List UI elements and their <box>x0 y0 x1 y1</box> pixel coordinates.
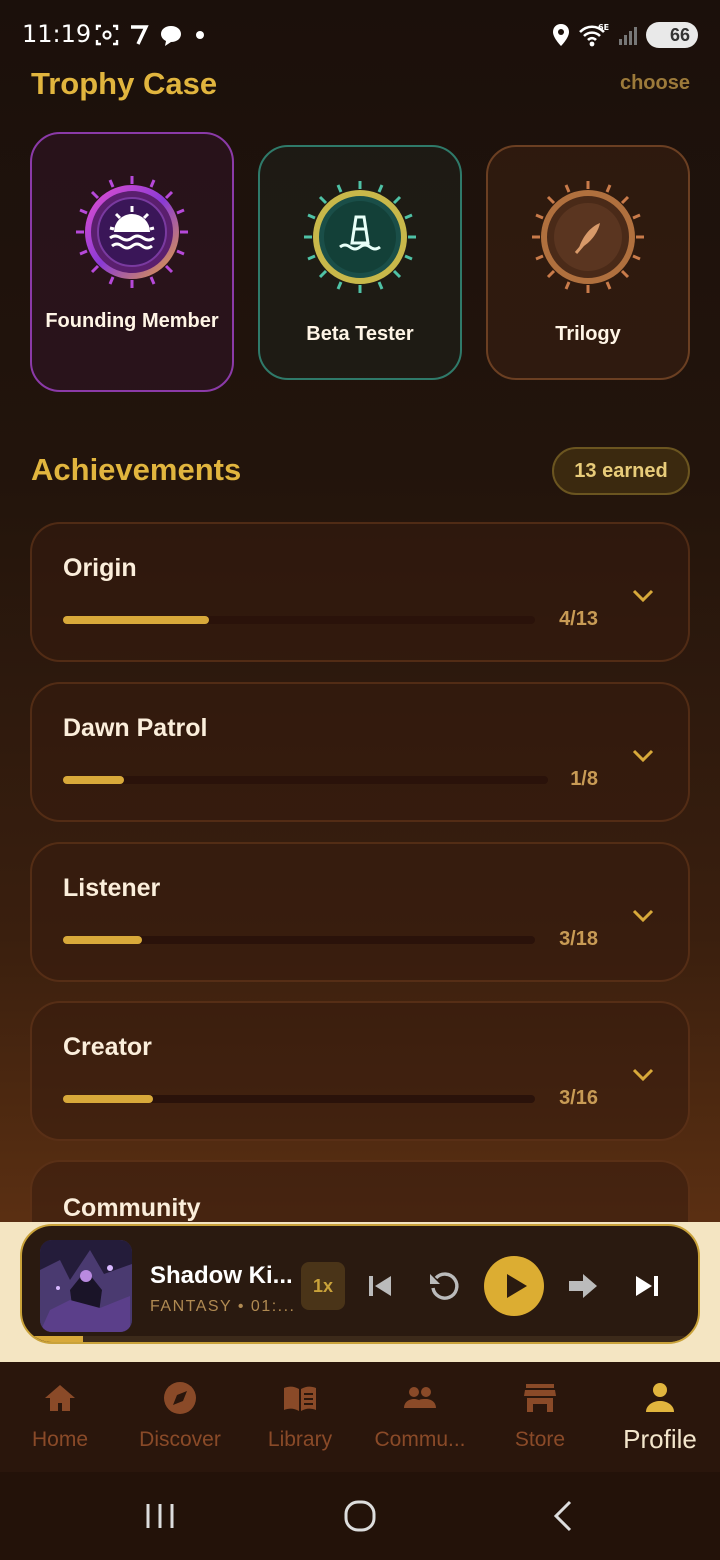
back-icon[interactable] <box>544 1498 584 1534</box>
achievement-count: 4/13 <box>559 608 598 630</box>
achievement-progress-fill <box>63 616 210 624</box>
battery-icon: 66 <box>646 22 698 48</box>
replay-icon[interactable] <box>426 1268 462 1304</box>
chevron-down-icon[interactable] <box>630 582 656 608</box>
nav-item-library[interactable]: Library <box>240 1362 360 1472</box>
bottom-nav: Home Discover Library Commu... Store Pro… <box>0 1362 720 1472</box>
choose-link[interactable]: choose <box>620 72 690 95</box>
nav-label: Store <box>514 1428 566 1451</box>
screenshot-icon <box>95 24 119 46</box>
achievement-name: Origin <box>63 554 137 582</box>
chevron-down-icon[interactable] <box>630 902 656 928</box>
achievement-card-dawn-patrol[interactable]: Dawn Patrol 1/8 <box>30 682 690 822</box>
achievement-count: 1/8 <box>570 768 598 790</box>
sunrise-icon <box>76 176 188 288</box>
signal-icon <box>619 27 637 45</box>
trophy-label: Trilogy <box>555 323 621 345</box>
achievement-progress-bar <box>63 776 548 784</box>
achievement-count: 3/18 <box>559 928 598 950</box>
nav-item-profile[interactable]: Profile <box>600 1362 720 1472</box>
achievement-progress-fill <box>63 1095 153 1103</box>
trophy-label: Beta Tester <box>306 323 414 345</box>
achievement-progress-fill <box>63 936 142 944</box>
skip-next-icon[interactable] <box>628 1268 664 1304</box>
achievement-count: 3/16 <box>559 1087 598 1109</box>
seven-icon <box>131 25 149 45</box>
svg-text:6E: 6E <box>598 23 609 32</box>
nav-label: Commu... <box>374 1428 466 1451</box>
achievement-name: Dawn Patrol <box>63 714 208 742</box>
forward-arrow-icon[interactable] <box>565 1268 601 1304</box>
chevron-down-icon[interactable] <box>630 742 656 768</box>
trophy-label: Founding Member <box>45 310 219 332</box>
player-subtitle: FANTASY • 01:... <box>150 1298 296 1315</box>
achievement-card-origin[interactable]: Origin 4/13 <box>30 522 690 662</box>
nav-item-home[interactable]: Home <box>0 1362 120 1472</box>
achievement-progress-fill <box>63 776 124 784</box>
compass-icon <box>164 1382 196 1414</box>
nav-label: Library <box>267 1428 333 1451</box>
nav-item-community[interactable]: Commu... <box>360 1362 480 1472</box>
achievement-name: Creator <box>63 1033 152 1061</box>
cover-art <box>40 1240 132 1332</box>
home-button-icon[interactable] <box>340 1498 380 1534</box>
system-nav-bar <box>0 1472 720 1560</box>
wifi-6e-icon: 6E <box>579 23 609 47</box>
people-icon <box>404 1387 436 1408</box>
play-icon <box>507 1274 527 1298</box>
book-icon <box>284 1386 316 1411</box>
player-progress-bar[interactable] <box>22 1336 698 1342</box>
buoy-icon <box>304 181 416 293</box>
play-button[interactable] <box>484 1256 544 1316</box>
chat-bubble-icon <box>161 26 181 46</box>
dot-icon <box>196 31 204 39</box>
quill-icon <box>532 181 644 293</box>
home-icon <box>45 1385 75 1411</box>
status-bar: 11:19 6E 66 <box>0 0 720 70</box>
chevron-down-icon[interactable] <box>630 1061 656 1087</box>
status-time: 11:19 <box>22 20 92 48</box>
trophy-case-title: Trophy Case <box>31 66 218 101</box>
nav-item-store[interactable]: Store <box>480 1362 600 1472</box>
store-icon <box>524 1384 556 1412</box>
achievement-card-listener[interactable]: Listener 3/18 <box>30 842 690 982</box>
trophy-beta-tester[interactable]: Beta Tester <box>258 145 462 380</box>
nav-label: Profile <box>623 1424 697 1454</box>
achievement-name: Community <box>63 1194 201 1222</box>
nav-label: Discover <box>139 1428 221 1451</box>
achievement-name: Listener <box>63 874 161 902</box>
person-icon <box>646 1383 674 1412</box>
location-icon <box>553 24 569 46</box>
trophy-trilogy[interactable]: Trilogy <box>486 145 690 380</box>
player-progress-fill <box>22 1336 84 1342</box>
earned-badge: 13 earned <box>552 447 690 495</box>
nav-label: Home <box>31 1428 89 1451</box>
recent-apps-icon[interactable] <box>140 1498 180 1534</box>
book-cover[interactable] <box>40 1240 132 1332</box>
achievement-progress-bar <box>63 616 535 624</box>
achievements-title: Achievements <box>31 452 242 487</box>
achievement-progress-bar <box>63 1095 535 1103</box>
achievement-card-creator[interactable]: Creator 3/16 <box>30 1001 690 1141</box>
mini-player-container: Shadow Ki... FANTASY • 01:... 1x <box>0 1222 720 1362</box>
playback-speed-button[interactable]: 1x <box>301 1262 345 1310</box>
mini-player[interactable]: Shadow Ki... FANTASY • 01:... 1x <box>20 1224 700 1344</box>
nav-item-discover[interactable]: Discover <box>120 1362 240 1472</box>
trophy-founding-member[interactable]: Founding Member <box>30 132 234 392</box>
skip-previous-icon[interactable] <box>363 1268 399 1304</box>
achievement-progress-bar <box>63 936 535 944</box>
player-title: Shadow Ki... <box>150 1262 293 1289</box>
battery-level: 66 <box>669 25 690 45</box>
